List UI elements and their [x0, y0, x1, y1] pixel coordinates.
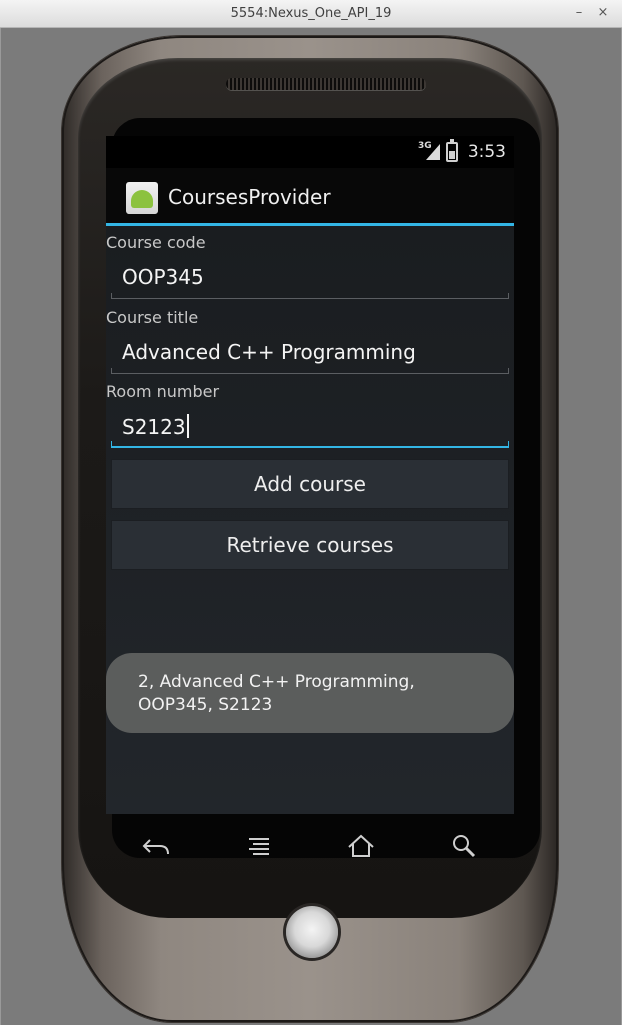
earpiece-speaker [226, 78, 426, 90]
toast-message: 2, Advanced C++ Programming, OOP345, S21… [106, 653, 514, 733]
room-number-value: S2123 [122, 414, 189, 439]
course-title-field[interactable]: Advanced C++ Programming [111, 332, 509, 374]
window-title: 5554:Nexus_One_API_19 [230, 6, 392, 21]
course-code-field[interactable]: OOP345 [111, 257, 509, 299]
menu-icon[interactable] [241, 830, 277, 862]
device-screen: 3G 3:53 CoursesProvider Course code OOP3… [106, 136, 514, 814]
window-border-left [0, 28, 1, 1025]
retrieve-courses-button[interactable]: Retrieve courses [111, 520, 509, 570]
toast-text: 2, Advanced C++ Programming, OOP345, S21… [138, 672, 415, 715]
android-app-icon[interactable] [126, 182, 158, 214]
course-code-value: OOP345 [122, 265, 204, 289]
trackball-button[interactable] [286, 906, 338, 958]
search-icon[interactable] [446, 830, 482, 862]
room-number-text: S2123 [122, 415, 186, 439]
navigation-bar [106, 814, 514, 878]
text-cursor [186, 414, 189, 438]
minimize-button[interactable]: – [570, 4, 588, 22]
window-titlebar: 5554:Nexus_One_API_19 – × [0, 0, 622, 28]
room-number-label: Room number [106, 382, 220, 401]
back-icon[interactable] [138, 830, 174, 862]
add-course-button[interactable]: Add course [111, 459, 509, 509]
status-time: 3:53 [467, 142, 506, 162]
home-icon[interactable] [343, 830, 379, 862]
room-number-field[interactable]: S2123 [111, 406, 509, 448]
course-title-label: Course title [106, 308, 199, 327]
battery-icon [446, 139, 458, 162]
course-code-label: Course code [106, 233, 206, 252]
action-bar: CoursesProvider [106, 168, 514, 226]
status-bar: 3G 3:53 [106, 136, 514, 168]
signal-icon [426, 144, 440, 160]
app-title: CoursesProvider [168, 185, 331, 209]
course-title-value: Advanced C++ Programming [122, 340, 416, 364]
close-button[interactable]: × [594, 4, 612, 22]
